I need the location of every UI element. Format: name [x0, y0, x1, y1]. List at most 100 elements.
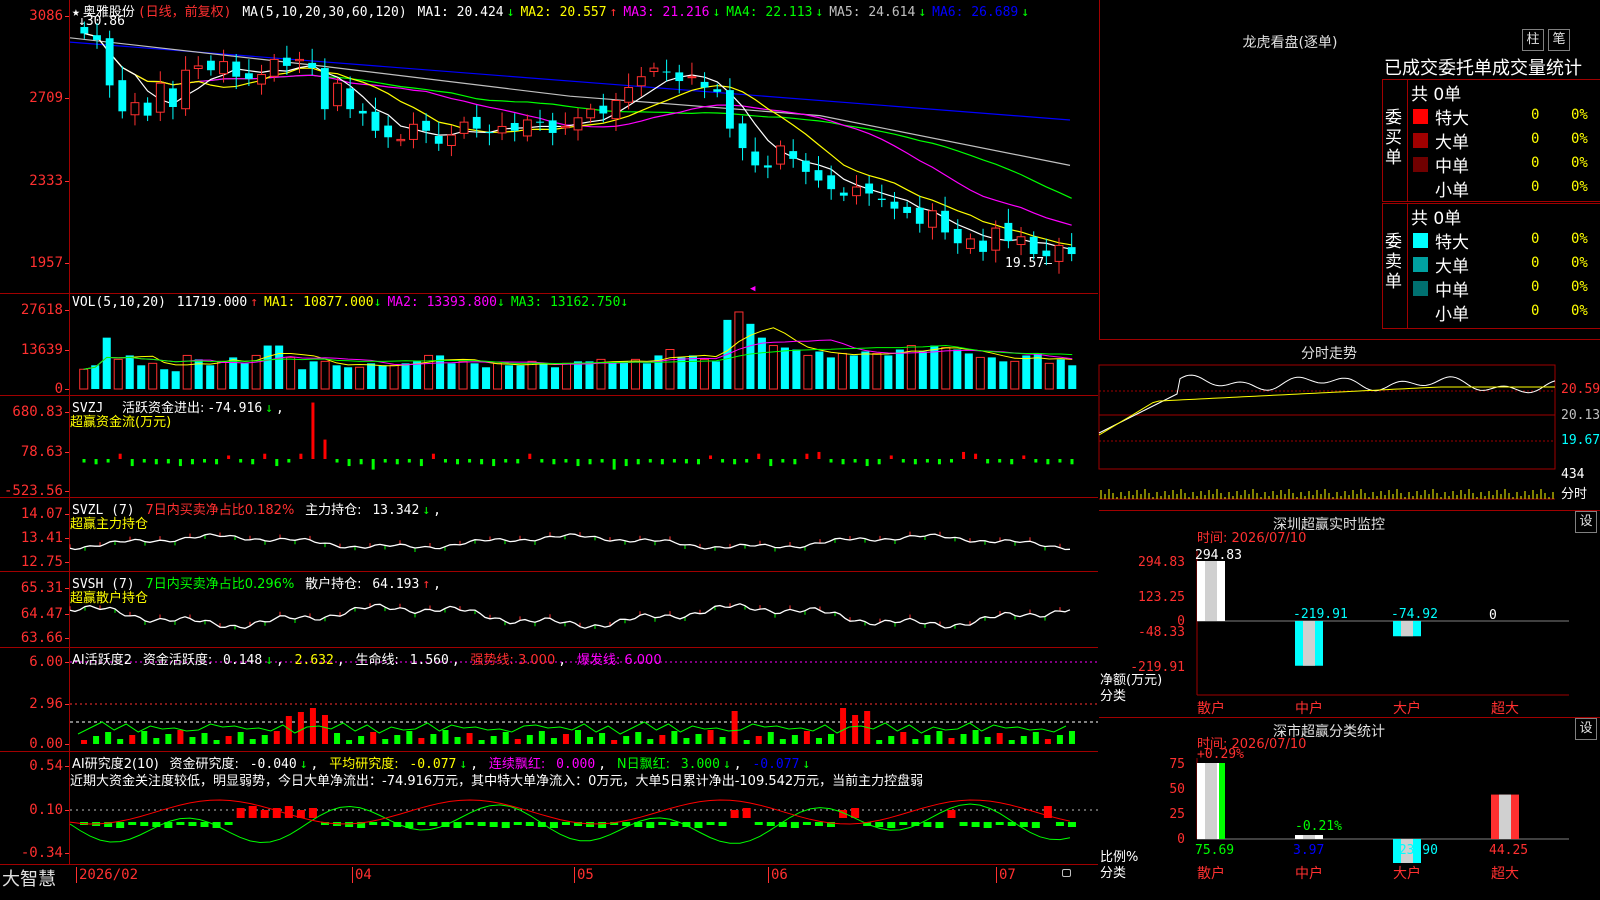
kline-plot[interactable]	[69, 0, 1098, 294]
scroll-marker-icon[interactable]: ◀	[750, 284, 755, 294]
kline-yaxis: 3086 2709 2333 1957	[0, 0, 70, 293]
volume-bar	[320, 360, 330, 390]
flow-bar	[275, 459, 279, 467]
category-percent: 0%	[1571, 303, 1588, 319]
activity-bar	[297, 712, 304, 744]
activity-bar	[960, 734, 967, 744]
candle-body	[358, 110, 367, 114]
flow-bar	[745, 459, 749, 463]
category-percent: 0%	[1571, 107, 1588, 123]
activity-bar	[1020, 736, 1027, 744]
flow-bar	[371, 459, 375, 470]
svsh-panel[interactable]: 65.31 64.47 63.66 SVSH (7) 7日内买卖净占比0.296…	[0, 572, 1098, 648]
ai-activity-panel[interactable]: 6.00 2.96 0.00 AI活跃度2 资金活跃度: 0.148 ↓, 2.6…	[0, 648, 1098, 752]
svzl-panel[interactable]: 14.07 13.41 12.75 SVZL (7) 7日内买卖净占比0.182…	[0, 498, 1098, 572]
category-label: 中户	[1295, 865, 1323, 882]
category-volume: 0	[1531, 279, 1540, 295]
flow-bar	[311, 402, 315, 459]
volume-bar	[378, 365, 387, 389]
activity-bar	[334, 733, 341, 744]
flow-bar	[576, 459, 580, 467]
buy-total: 共 0单	[1411, 85, 1462, 105]
intraday-chart[interactable]	[1098, 341, 1600, 511]
candle-body	[687, 76, 697, 79]
flow-bar	[263, 453, 267, 459]
candle-body	[257, 74, 266, 85]
candle-body	[93, 35, 101, 40]
ytick: 12.75	[20, 554, 70, 570]
research-bar	[778, 822, 787, 827]
vol-legend-item: MA1: 10877.000↓	[264, 295, 382, 310]
flow-bar	[516, 459, 520, 464]
research-bar	[284, 806, 293, 818]
research-bar	[417, 822, 426, 825]
research-bar	[224, 822, 233, 825]
volume-panel[interactable]: 27618 13639 0 VOL(5,10,20) 11719.000 ↑ MA1…	[0, 294, 1098, 397]
sz-stats-chart[interactable]: 75 50 25 0 75.69 散户 3.97 中户 -23.90 大户 44.25 超大 +0.29…	[1099, 718, 1600, 900]
activity-bar	[671, 731, 678, 744]
activity-bar	[1056, 735, 1063, 744]
candle-body	[852, 186, 861, 197]
kline-panel[interactable]: 3086 2709 2333 1957 ★ 奥雅股份 (日线，前复权) MA(5,1…	[0, 0, 1098, 294]
candle-body	[636, 76, 646, 87]
flow-bar	[962, 451, 966, 459]
flow-bar	[1046, 459, 1050, 465]
svzj-panel[interactable]: 680.83 78.63 -523.56 SVZJ 活跃资金进出: -74.916…	[0, 396, 1098, 499]
activity-bar	[707, 730, 714, 744]
candle-body	[269, 58, 279, 77]
candle-body	[206, 60, 215, 71]
ai-research-panel[interactable]: 0.54 0.10 -0.34 AI研究度2(10) 资金研究度: -0.040…	[0, 752, 1098, 864]
intraday-price: 20.59	[1561, 382, 1600, 397]
candle-body	[991, 227, 1001, 251]
research-bar	[947, 810, 956, 818]
research-bar	[875, 822, 884, 827]
research-bar	[152, 822, 161, 827]
candle-body	[965, 238, 975, 249]
volume-bar	[630, 358, 640, 390]
category-bar-shine	[1303, 835, 1315, 839]
volume-bar	[953, 349, 962, 389]
ytick: 0.00	[29, 736, 69, 752]
activity-bar	[189, 737, 196, 744]
flow-bar	[299, 453, 303, 459]
activity-bar	[478, 740, 485, 744]
bar-mode-button[interactable]: 柱	[1522, 29, 1544, 51]
volume-bar	[79, 368, 89, 390]
lock-icon[interactable]	[1062, 869, 1071, 877]
volume-bar	[148, 362, 158, 390]
candle-body	[839, 192, 848, 196]
candle-body	[776, 145, 785, 165]
research-bar	[670, 822, 679, 826]
volume-bar	[688, 355, 697, 389]
intraday-vol: 434	[1561, 467, 1585, 482]
intraday-panel[interactable]: 分时走势 20.59 20.13 19.67 434 分时	[1098, 341, 1600, 511]
flow-bar	[335, 459, 339, 463]
category-volume: 0	[1531, 255, 1540, 271]
candlestick-chart[interactable]	[69, 0, 1098, 294]
brand-logo: 大智慧	[2, 869, 56, 890]
volume-bar	[918, 351, 927, 389]
sz-stats-panel[interactable]: 深市超赢分类统计 设 时间: 2026/07/10 75 50 25 0 75.69 散户…	[1099, 718, 1600, 900]
flow-bar	[443, 459, 447, 463]
candle-body	[510, 122, 519, 131]
tick-mode-button[interactable]: 笔	[1548, 29, 1570, 51]
activity-bar	[755, 736, 762, 744]
category-bar-shine	[1401, 621, 1413, 637]
activity-bar	[936, 731, 943, 744]
longhu-panel: 龙虎看盘(逐单) 柱 笔 已成交委托单成交量统计 委买单 共 0单 特大 0 0% 大…	[1099, 0, 1600, 340]
sz-monitor-panel[interactable]: 深圳超赢实时监控 设 时间: 2026/07/10 294.83 123.25 0-…	[1099, 511, 1600, 718]
ytick: 0	[54, 381, 70, 397]
volume-bar	[964, 353, 973, 389]
sz-monitor-chart[interactable]: 294.83123.250-48.33-219.91294.83散户-219.9…	[1099, 511, 1600, 718]
volume-bar	[1068, 365, 1077, 389]
volume-bar	[803, 354, 813, 390]
flow-bar	[769, 459, 773, 467]
flow-bar	[130, 459, 134, 467]
research-bar	[923, 822, 932, 827]
flow-bar	[251, 459, 255, 465]
bar-value-label: -74.92	[1391, 607, 1438, 622]
category-label: 特大	[1435, 109, 1469, 129]
category-bar-edge	[1219, 763, 1225, 839]
flow-bar	[1034, 459, 1038, 463]
flow-bar	[1022, 455, 1026, 459]
